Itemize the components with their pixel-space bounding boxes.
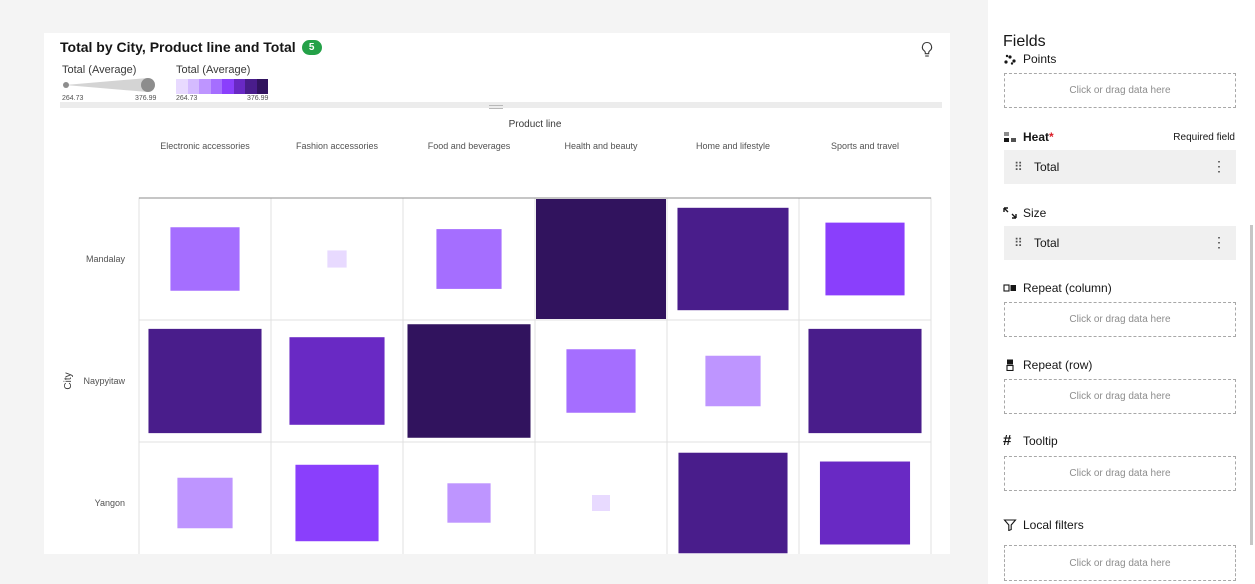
size-field-pill[interactable]: ⠿ Total ⋮ [1004,226,1236,260]
color-legend-min: 264.73 [176,95,198,102]
visualization-card: Total by City, Product line and Total 5 … [44,33,950,554]
heat-required-mark: * [1049,130,1054,144]
hash-icon: # [1003,432,1012,449]
x-tick-label: Health and beauty [564,141,638,151]
color-swatch [233,79,245,94]
heatmap-cell[interactable] [407,324,531,438]
points-drop-zone[interactable]: Click or drag data here [1004,73,1236,108]
color-legend: Total (Average) 264.73 376.99 [176,64,276,102]
x-tick-label: Home and lifestyle [696,141,770,151]
color-swatch [245,79,257,94]
heatmap-cell[interactable] [825,222,905,296]
heatmap-cell[interactable] [678,452,788,554]
count-badge[interactable]: 5 [301,39,322,55]
color-swatch [256,79,268,94]
points-label: Points [1023,52,1057,66]
heatmap-cell[interactable] [295,464,379,542]
points-section-label: Points [1003,52,1056,66]
heat-field-pill[interactable]: ⠿ Total ⋮ [1004,150,1236,184]
local-filters-label: Local filters [1023,518,1084,532]
repeat-column-label: Repeat (column) [1023,281,1112,295]
heatmap-cell[interactable] [592,495,610,511]
size-legend-graphic [63,78,155,92]
heatmap-cell[interactable] [148,328,262,434]
x-tick-label: Food and beverages [428,141,511,151]
size-field-value: Total [1034,236,1060,250]
y-tick-label: Mandalay [86,254,126,264]
repeat-column-section-label: Repeat (column) [1003,281,1112,295]
panel-scrollbar[interactable] [1250,225,1253,545]
color-swatch [222,79,234,94]
heatmap-cell[interactable] [536,199,666,319]
repeat-row-label: Repeat (row) [1023,358,1093,372]
heat-label: Heat [1023,130,1050,144]
heatmap-chart: Product line City Electronic accessories… [63,119,932,554]
y-axis-title: City [63,372,74,389]
repeat-column-drop-zone[interactable]: Click or drag data here [1004,302,1236,337]
y-tick-label: Naypyitaw [83,376,125,386]
required-field-text: Required field [1173,132,1235,143]
color-swatch [199,79,211,94]
points-icon [1004,54,1016,65]
color-legend-title: Total (Average) [176,64,251,76]
color-legend-max: 376.99 [247,95,269,102]
repeat-column-icon [1003,284,1016,292]
heatmap-cell[interactable] [808,328,922,434]
lightbulb-icon[interactable] [920,41,934,59]
size-section-label: Size [1003,206,1046,220]
heat-field-value: Total [1034,160,1060,174]
tooltip-drop-zone[interactable]: Click or drag data here [1004,456,1236,491]
x-tick-label: Fashion accessories [296,141,379,151]
color-swatch [210,79,222,94]
heatmap-cell[interactable] [705,355,761,407]
chart-title-text: Total by City, Product line and Total [60,39,296,55]
heatmap-cell[interactable] [819,461,911,545]
heatmap-cell[interactable] [566,349,636,413]
size-legend-title: Total (Average) [62,64,137,76]
fields-panel: Fields Points Click or drag data here He… [988,0,1255,584]
local-filters-drop-zone[interactable]: Click or drag data here [1004,545,1236,581]
filter-icon [1003,519,1017,531]
x-tick-label: Electronic accessories [160,141,250,151]
overflow-menu-icon[interactable]: ⋮ [1212,158,1226,175]
chart-title: Total by City, Product line and Total 5 [60,39,322,55]
tooltip-section-label: # Tooltip [1003,432,1058,449]
heatmap-cell[interactable] [447,483,491,523]
heat-section-label: Heat * [1003,130,1054,144]
heatmap-cell[interactable] [170,227,240,291]
size-label: Size [1023,206,1047,220]
heat-icon [1004,132,1016,142]
local-filters-section-label: Local filters [1003,518,1084,532]
x-axis-title: Product line [509,119,562,130]
color-swatch [176,79,188,94]
color-swatch [187,79,199,94]
repeat-row-section-label: Repeat (row) [1003,358,1092,372]
size-legend-max: 376.99 [135,95,157,102]
repeat-row-drop-zone[interactable]: Click or drag data here [1004,379,1236,414]
drag-handle-icon[interactable]: ⠿ [1014,160,1024,174]
heatmap-cell[interactable] [289,337,385,425]
heatmap-cell[interactable] [177,477,233,529]
tooltip-label: Tooltip [1023,434,1058,448]
heatmap-cell[interactable] [327,250,347,268]
overflow-menu-icon[interactable]: ⋮ [1212,234,1226,251]
heatmap-cell[interactable] [436,229,502,289]
color-legend-swatches [176,79,268,94]
size-legend-min: 264.73 [62,95,84,102]
repeat-row-icon [1006,359,1014,371]
fields-title: Fields [1003,33,1046,50]
resize-arrows-icon [1003,207,1017,219]
drag-handle-icon[interactable]: ⠿ [1014,236,1024,250]
size-legend: Total (Average) 264.73 376.99 [62,64,162,102]
x-tick-label: Sports and travel [831,141,899,151]
heatmap-cell[interactable] [677,207,789,311]
y-tick-label: Yangon [95,498,125,508]
